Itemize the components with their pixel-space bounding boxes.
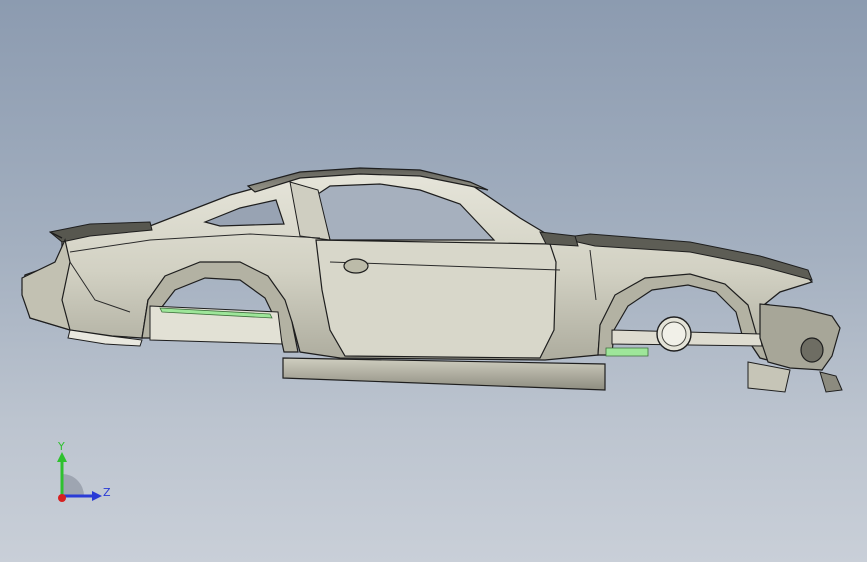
front-highlighted-rail[interactable]	[605, 347, 649, 357]
coordinate-triad: Y Z	[57, 440, 111, 502]
car-body-model[interactable]	[0, 0, 867, 562]
z-axis-label: Z	[103, 486, 111, 499]
z-axis-arrow-icon	[92, 491, 102, 501]
front-fascia[interactable]	[759, 303, 841, 371]
door-handle[interactable]	[343, 258, 369, 274]
rocker-sill-panel[interactable]	[282, 357, 606, 391]
x-axis-origin-icon	[58, 494, 66, 502]
door-panel[interactable]	[315, 239, 557, 359]
fog-lamp[interactable]	[800, 337, 824, 363]
graphics-viewport[interactable]: Y Z	[0, 0, 867, 562]
rear-fascia[interactable]	[21, 238, 71, 331]
front-hub-inner	[661, 321, 687, 347]
y-axis-arrow-icon	[57, 452, 67, 462]
y-axis-label: Y	[57, 440, 65, 453]
side-mirror-mount[interactable]	[539, 231, 579, 247]
front-lower-bracket[interactable]	[819, 371, 843, 393]
triad-quadrant-arc	[62, 474, 84, 496]
